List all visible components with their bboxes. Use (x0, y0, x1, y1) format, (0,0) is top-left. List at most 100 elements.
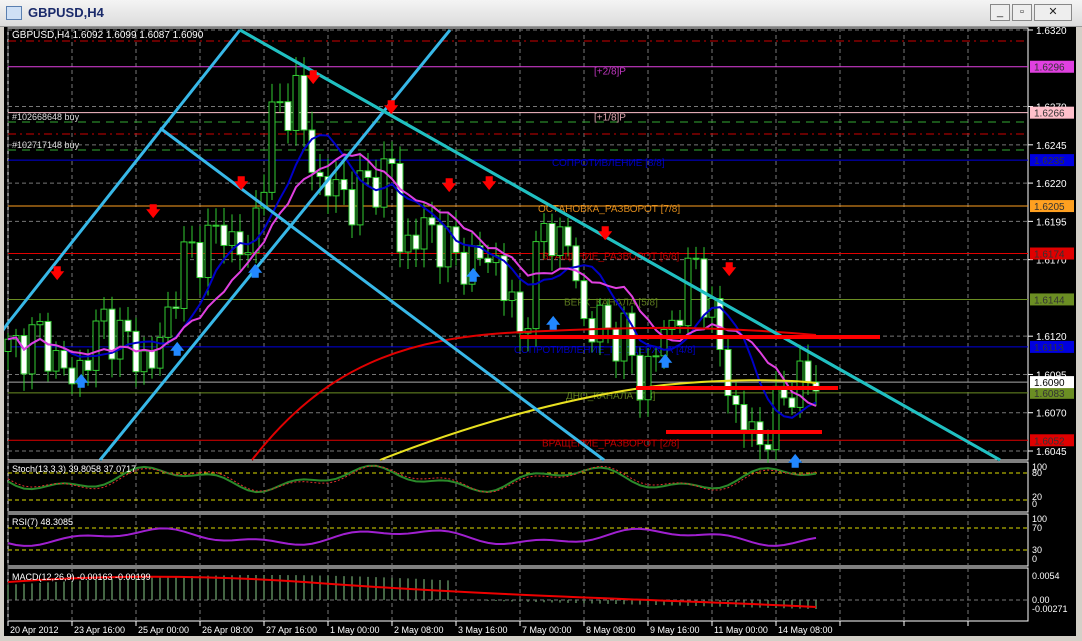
candle-body (556, 226, 564, 256)
chart-area[interactable]: 1.63201.62701.62451.62201.61951.61701.61… (0, 26, 1076, 636)
up-arrow-icon: 🡅 (658, 353, 673, 369)
down-arrow-icon: 🡇 (722, 261, 737, 277)
down-arrow-icon: 🡇 (234, 175, 249, 191)
restore-button[interactable]: ▫ (1012, 4, 1032, 21)
candle-body (124, 319, 132, 332)
price-axis-label: 1.6320 (1036, 27, 1067, 37)
trend-line (6, 29, 242, 324)
candle-body (20, 335, 28, 375)
candle-body (364, 170, 372, 178)
candle-body (412, 234, 420, 250)
rsi-panel-frame (7, 513, 1029, 567)
stoch-panel-frame (7, 461, 1029, 513)
candle-body (388, 158, 396, 164)
candle-body (100, 308, 108, 322)
up-arrow-icon: 🡅 (170, 341, 185, 357)
candle-body (428, 217, 436, 226)
minimize-button[interactable]: _ (990, 4, 1010, 21)
candle-body (612, 327, 620, 362)
candle-body (644, 355, 652, 401)
candle-body (676, 319, 684, 327)
candle-body (636, 354, 644, 401)
candle-body (268, 101, 276, 193)
time-axis-label: 9 May 16:00 (650, 625, 700, 635)
candle-body (788, 397, 796, 408)
price-tag-value: 1.6083 (1034, 389, 1065, 400)
candle-body (516, 291, 524, 334)
up-arrow-icon: 🡅 (74, 373, 89, 389)
murrey-level-label: СОПРОТИВЛЕНИЕ [8/8] (552, 158, 665, 169)
time-axis-label: 7 May 00:00 (522, 625, 572, 635)
down-arrow-icon: 🡇 (306, 69, 321, 85)
candle-body (36, 320, 44, 326)
time-axis-label: 20 Apr 2012 (10, 625, 59, 635)
down-arrow-icon: 🡇 (146, 203, 161, 219)
candle-body (604, 304, 612, 329)
macd-axis-label: -0.00271 (1032, 604, 1068, 614)
down-arrow-icon: 🡇 (442, 177, 457, 193)
candle-body (44, 320, 52, 372)
candle-body (220, 224, 228, 246)
window-title-bar[interactable]: GBPUSD,H4 _ ▫ ✕ (0, 0, 1082, 27)
candle-body (316, 171, 324, 178)
candle-body (772, 385, 780, 451)
candle-body (380, 158, 388, 208)
price-axis-label: 1.6220 (1036, 179, 1067, 190)
chart-window-icon (6, 6, 22, 20)
candle-body (420, 217, 428, 250)
ma-blue (7, 134, 817, 419)
candle-body (484, 257, 492, 264)
candle-body (548, 222, 556, 256)
candle-body (244, 252, 252, 256)
close-button[interactable]: ✕ (1034, 4, 1072, 21)
candle-body (28, 324, 36, 375)
murrey-level-label: ВРАЩЕНИЕ_РАЗВОРОТ [2/8] (542, 438, 680, 449)
candle-body (164, 306, 172, 338)
candle-body (436, 224, 444, 268)
macd-label: MACD(12,26,9) -0.00163 -0.00199 (12, 572, 151, 582)
price-tag-value: 1.6113 (1034, 343, 1064, 354)
price-tag-value: 1.6266 (1034, 109, 1065, 120)
price-tag-value: 1.6235 (1034, 156, 1065, 167)
down-arrow-icon: 🡇 (384, 99, 399, 115)
price-axis-label: 1.6195 (1036, 217, 1067, 228)
candle-body (804, 360, 812, 383)
candle-body (348, 189, 356, 226)
order-label: #102717148 buy (12, 140, 80, 150)
candle-body (340, 179, 348, 191)
candle-body (692, 257, 700, 260)
candle-body (332, 179, 340, 197)
candle-body (700, 258, 708, 318)
candle-body (204, 224, 212, 279)
time-axis-label: 8 May 08:00 (586, 625, 636, 635)
ma-magenta (7, 153, 817, 407)
candle-body (716, 298, 724, 351)
price-axis-label: 1.6045 (1036, 447, 1067, 458)
time-axis-label: 14 May 08:00 (778, 625, 833, 635)
stoch-axis-label: 0 (1032, 499, 1037, 509)
candle-body (116, 319, 124, 360)
candle-body (172, 306, 180, 309)
time-axis-label: 23 Apr 16:00 (74, 625, 125, 635)
candle-body (748, 421, 756, 431)
candle-body (52, 350, 60, 372)
time-axis-label: 3 May 16:00 (458, 625, 508, 635)
price-axis-label: 1.6245 (1036, 141, 1067, 152)
down-arrow-icon: 🡇 (598, 225, 613, 241)
up-arrow-icon: 🡅 (546, 315, 561, 331)
candle-body (740, 404, 748, 431)
candle-body (628, 312, 636, 356)
rsi-label: RSI(7) 48.3085 (12, 517, 73, 527)
time-axis-label: 26 Apr 08:00 (202, 625, 253, 635)
candle-body (404, 234, 412, 253)
stoch-label: Stoch(13,3,3) 39.8058 37.0717 (12, 464, 136, 474)
candle-body (764, 444, 772, 451)
candle-body (196, 242, 204, 279)
macd-axis-label: 0.0054 (1032, 571, 1060, 581)
price-tag-value: 1.6052 (1034, 436, 1065, 447)
price-tag-value: 1.6205 (1034, 202, 1065, 213)
current-price: 1.6090 (1034, 378, 1065, 389)
candle-body (188, 241, 196, 244)
candle-body (508, 291, 516, 302)
time-axis-label: 11 May 00:00 (714, 625, 768, 635)
